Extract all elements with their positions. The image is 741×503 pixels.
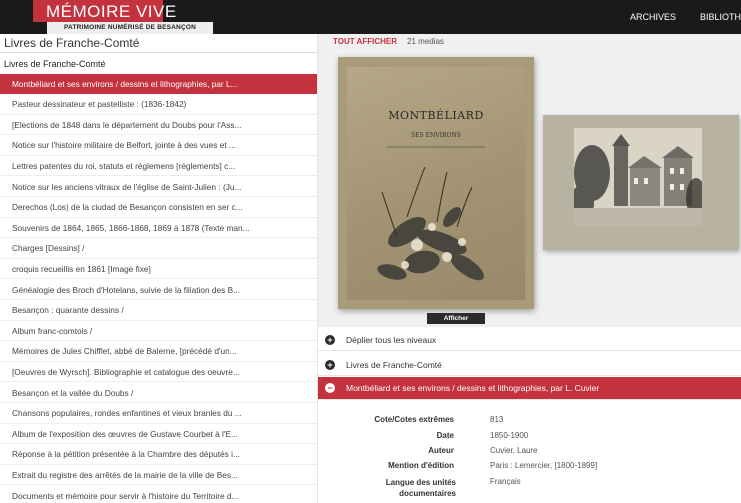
sidebar-item[interactable]: Album franc-comtois / — [0, 321, 317, 342]
sidebar-item[interactable]: Extrait du registre des arrêtés de la ma… — [0, 465, 317, 486]
media-thumbnail-plate[interactable] — [543, 115, 739, 250]
show-all-link[interactable]: TOUT AFFICHER — [333, 37, 397, 46]
lithograph-drawing — [574, 128, 702, 226]
logo-subtitle: PATRIMOINE NUMÉRISÉ DE BESANÇON — [47, 22, 213, 34]
sidebar-item[interactable]: Pasteur dessinateur et pastelliste : (18… — [0, 94, 317, 115]
tree-current-row[interactable]: − Montbéliard et ses environs / dessins … — [318, 377, 741, 400]
metadata-label: Mention d'édition — [388, 461, 454, 470]
sidebar-title: Livres de Franche-Comté — [4, 36, 140, 50]
sidebar-item[interactable]: Documents et mémoire pour servir à l'his… — [0, 486, 317, 503]
sidebar-item[interactable]: Souvenirs de 1864, 1865, 1866-1868, 1869… — [0, 218, 317, 239]
nav-archives[interactable]: ARCHIVES — [630, 12, 676, 22]
plus-icon: + — [325, 335, 335, 345]
logo-title: MÉMOIRE VIVE — [46, 2, 177, 21]
metadata-label: Auteur — [428, 446, 454, 455]
sidebar: Livres de Franche-Comté Livres de Franch… — [0, 34, 318, 503]
floral-illustration — [377, 146, 485, 281]
top-navigation-bar: MÉMOIRE VIVE PATRIMOINE NUMÉRISÉ DE BESA… — [0, 0, 741, 34]
media-thumbnail-cover[interactable]: MONTBÉLIARD SES ENVIRONS Afficher — [338, 57, 534, 324]
metadata-label: Cote/Cotes extrêmes — [374, 415, 454, 424]
media-gallery: TOUT AFFICHER 21 medias MONTBÉLIARD SES … — [318, 34, 741, 327]
sidebar-item[interactable]: Montbéliard et ses environs / dessins et… — [0, 73, 317, 95]
metadata-label: Date — [436, 431, 454, 440]
tree-parent-label: Livres de Franche-Comté — [346, 360, 442, 370]
sidebar-item[interactable]: [Oeuvres de Wyrsch]. Bibliographie et ca… — [0, 362, 317, 383]
sidebar-item[interactable]: croquis recueillis en 1861 [Image fixe] — [0, 259, 317, 280]
site-logo[interactable]: MÉMOIRE VIVE — [33, 0, 176, 22]
sidebar-item[interactable]: Notice sur l'histoire militaire de Belfo… — [0, 135, 317, 156]
minus-icon: − — [325, 383, 335, 393]
tree-parent-row[interactable]: + Livres de Franche-Comté — [318, 354, 741, 376]
sidebar-item[interactable]: Besançon et la vallée du Doubs / — [0, 383, 317, 404]
metadata-value: Français — [490, 477, 521, 486]
sidebar-item[interactable]: Mémoires de Jules Chifflet, abbé de Bale… — [0, 341, 317, 362]
book-cover-image: MONTBÉLIARD SES ENVIRONS — [347, 67, 525, 300]
sidebar-item[interactable]: Réponse à la pétition présentée à la Cha… — [0, 444, 317, 465]
sidebar-item[interactable]: Généalogie des Broch d'Hotelans, suivie … — [0, 280, 317, 301]
sidebar-item[interactable]: Lettres patentes du roi, statuts et régl… — [0, 156, 317, 177]
sidebar-item[interactable]: Derechos (Los) de la ciudad de Besançon … — [0, 197, 317, 218]
lithograph-image — [574, 128, 702, 226]
sidebar-item[interactable]: Chansons populaires, rondes enfantines e… — [0, 403, 317, 424]
metadata-value: Cuvier, Laure — [490, 446, 538, 455]
sidebar-item[interactable]: Besançon : quarante dessins / — [0, 300, 317, 321]
plus-icon: + — [325, 360, 335, 370]
divider — [0, 52, 317, 53]
tree-current-label: Montbéliard et ses environs / dessins et… — [346, 383, 600, 393]
expand-all-label: Déplier tous les niveaux — [346, 335, 437, 345]
media-count: 21 medias — [407, 37, 444, 46]
metadata-value: 813 — [490, 415, 504, 424]
nav-bibliotheque[interactable]: BIBLIOTHÈ — [700, 12, 741, 22]
sidebar-section-title[interactable]: Livres de Franche-Comté — [4, 59, 106, 69]
metadata-value: 1850-1900 — [490, 431, 529, 440]
sidebar-item[interactable]: Charges [Dessins] / — [0, 238, 317, 259]
sidebar-item[interactable]: Notice sur les anciens vitraux de l'égli… — [0, 177, 317, 198]
main-content: TOUT AFFICHER 21 medias MONTBÉLIARD SES … — [318, 34, 741, 503]
open-media-button[interactable]: Afficher — [427, 313, 485, 324]
metadata-label: Langue des unités documentaires — [385, 478, 456, 498]
sidebar-item[interactable]: Album de l'exposition des œuvres de Gust… — [0, 424, 317, 445]
sidebar-item[interactable]: [Elections de 1848 dans le département d… — [0, 115, 317, 136]
expand-all-row[interactable]: + Déplier tous les niveaux — [318, 329, 741, 351]
metadata-value: Paris : Lemercier, [1800-1899] — [490, 461, 598, 470]
